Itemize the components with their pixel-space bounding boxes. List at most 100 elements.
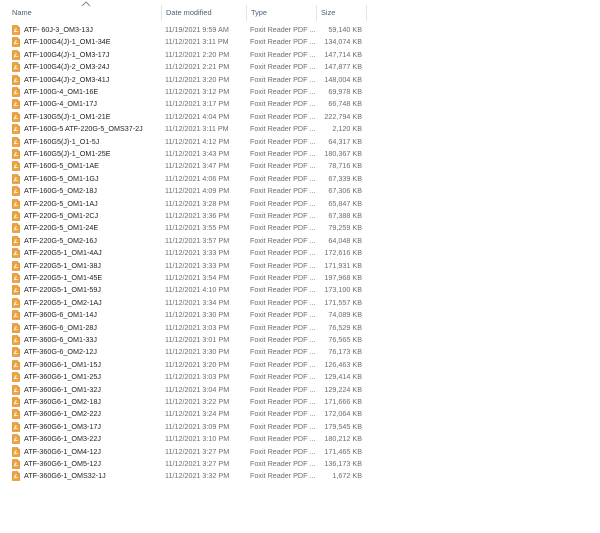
file-date-modified: 11/12/2021 3:12 PM xyxy=(165,87,230,96)
pdf-file-icon xyxy=(12,235,20,246)
file-date-modified: 11/12/2021 3:33 PM xyxy=(165,248,230,258)
file-size: 76,565 KB xyxy=(328,335,362,344)
file-row[interactable]: ATF-360G6-1_OM2-22J 11/12/2021 3:24 PM Fox… xyxy=(8,408,366,420)
file-name: ATF-220G-5_OM1-1AJ xyxy=(24,198,98,208)
file-row[interactable]: ATF-360G6-1_OM3-17J 11/12/2021 3:09 PM Fox… xyxy=(8,421,366,433)
file-row[interactable]: ATF-220G5-1_OM1-38J 11/12/2021 3:33 PM Fox… xyxy=(8,260,366,272)
file-name: ATF-160G5(J)-1_O1-5J xyxy=(24,136,100,146)
file-name: ATF-360G6-1_OM1-25J xyxy=(24,372,101,382)
file-row[interactable]: ATF-100G4(J)-1_OM1-34E 11/12/2021 3:11 PM… xyxy=(8,36,366,48)
file-date-modified: 11/12/2021 3:34 PM xyxy=(165,297,230,307)
column-divider xyxy=(366,5,367,21)
file-row[interactable]: ATF-220G-5_OM1-2CJ 11/12/2021 3:36 PM Foxi… xyxy=(8,210,366,222)
file-date-modified: 11/12/2021 3:54 PM xyxy=(165,273,230,282)
file-date-modified: 11/12/2021 3:09 PM xyxy=(165,421,230,431)
column-header-type[interactable]: Type xyxy=(246,5,316,21)
file-row[interactable]: ATF-360G-6_OM1-33J 11/12/2021 3:01 PM Foxi… xyxy=(8,334,366,346)
file-size: 147,714 KB xyxy=(324,49,362,59)
file-date-modified: 11/12/2021 3:17 PM xyxy=(165,99,230,109)
file-size: 76,173 KB xyxy=(328,347,362,357)
file-size: 129,224 KB xyxy=(324,384,362,394)
file-name: ATF-130G5(J)-1_OM1-21E xyxy=(24,111,111,121)
file-date-modified: 11/12/2021 2:20 PM xyxy=(165,49,230,59)
file-name: ATF-100G4(J)-2_OM3-41J xyxy=(24,74,110,84)
file-date-modified: 11/12/2021 3:47 PM xyxy=(165,161,230,171)
file-row[interactable]: ATF-360G-6_OM1-28J 11/12/2021 3:03 PM Foxi… xyxy=(8,322,366,334)
file-row[interactable]: ATF-220G5-1_OM1-59J 11/12/2021 4:10 PM Fox… xyxy=(8,284,366,296)
file-row[interactable]: ATF-360G6-1_OM1-32J 11/12/2021 3:04 PM Fox… xyxy=(8,384,366,396)
file-row[interactable]: ATF-360G6-1_OM1-25J 11/12/2021 3:03 PM Fox… xyxy=(8,371,366,383)
file-row[interactable]: ATF-100G4(J)-2_OM3-41J 11/12/2021 3:20 PM… xyxy=(8,74,366,86)
file-date-modified: 11/12/2021 3:27 PM xyxy=(165,459,230,468)
pdf-file-icon xyxy=(12,297,20,308)
pdf-file-icon xyxy=(12,124,20,134)
file-row[interactable]: ATF-130G5(J)-1_OM1-21E 11/12/2021 4:04 PM… xyxy=(8,111,366,123)
pdf-file-icon xyxy=(12,198,20,209)
file-row[interactable]: ATF-160G-5_OM1-1GJ 11/12/2021 4:06 PM Foxi… xyxy=(8,173,366,185)
pdf-file-icon xyxy=(12,223,20,234)
file-row[interactable]: ATF-360G6-1_OM5-12J 11/12/2021 3:27 PM Fox… xyxy=(8,458,366,470)
file-size: 172,616 KB xyxy=(324,248,362,258)
file-name: ATF-220G5-1_OM1-4AJ xyxy=(24,248,102,258)
pdf-file-icon xyxy=(12,273,20,283)
file-name: ATF-100G4(J)-1_OM3-17J xyxy=(24,49,110,59)
file-date-modified: 11/12/2021 3:03 PM xyxy=(165,372,230,382)
file-row[interactable]: ATF-360G-6_OM2-12J 11/12/2021 3:30 PM Foxi… xyxy=(8,346,366,358)
file-date-modified: 11/12/2021 3:11 PM xyxy=(165,124,229,134)
file-row[interactable]: ATF-360G6-1_OM1-15J 11/12/2021 3:20 PM Fox… xyxy=(8,359,366,371)
file-name: ATF-360G6-1_OM1-15J xyxy=(24,359,101,369)
file-row[interactable]: ATF-160G5(J)-1_O1-5J 11/12/2021 4:12 PM Fo… xyxy=(8,136,366,148)
column-header-name[interactable]: Name xyxy=(8,5,161,21)
file-date-modified: 11/12/2021 2:21 PM xyxy=(165,62,230,72)
file-name: ATF-360G-6_OM1-28J xyxy=(24,322,97,332)
pdf-file-icon xyxy=(12,161,20,172)
file-size: 2,120 KB xyxy=(332,124,362,134)
file-row[interactable]: ATF-160G-5 ATF-220G-5_OMS37-2J 11/12/2021… xyxy=(8,123,366,135)
pdf-file-icon xyxy=(12,136,20,147)
file-name: ATF-360G-6_OM1-14J xyxy=(24,310,97,320)
file-name: ATF-160G-5_OM1-1GJ xyxy=(24,173,99,183)
file-row[interactable]: ATF-360G-6_OM1-14J 11/12/2021 3:30 PM Foxi… xyxy=(8,309,366,321)
file-row[interactable]: ATF-220G5-1_OM1-4AJ 11/12/2021 3:33 PM Fox… xyxy=(8,247,366,259)
file-size: 173,100 KB xyxy=(324,285,362,295)
pdf-file-icon xyxy=(12,372,20,382)
pdf-file-icon xyxy=(12,74,20,85)
file-row[interactable]: ATF-160G5(J)-1_OM1-25E 11/12/2021 3:43 PM… xyxy=(8,148,366,160)
file-date-modified: 11/12/2021 4:12 PM xyxy=(165,136,230,146)
pdf-file-icon xyxy=(12,409,20,420)
file-row[interactable]: ATF-220G5-1_OM2-1AJ 11/12/2021 3:34 PM Fox… xyxy=(8,297,366,309)
file-row[interactable]: ATF-100G4(J)-1_OM3-17J 11/12/2021 2:20 PM… xyxy=(8,49,366,61)
pdf-file-icon xyxy=(12,322,20,333)
file-row[interactable]: ATF-160G-5_OM2-18J 11/12/2021 4:09 PM Foxi… xyxy=(8,185,366,197)
file-row[interactable]: ATF-360G6-1_OMS32-1J 11/12/2021 3:32 PM Fo… xyxy=(8,470,366,482)
file-row[interactable]: ATF-220G-5_OM2-16J 11/12/2021 3:57 PM Foxi… xyxy=(8,235,366,247)
file-date-modified: 11/12/2021 3:28 PM xyxy=(165,198,230,208)
file-size: 65,847 KB xyxy=(328,198,362,208)
file-row[interactable]: ATF-360G6-1_OM4-12J 11/12/2021 3:27 PM Fox… xyxy=(8,446,366,458)
file-size: 129,414 KB xyxy=(324,372,362,382)
pdf-file-icon xyxy=(12,471,20,482)
file-row[interactable]: ATF-360G6-1_OM2-18J 11/12/2021 3:22 PM Fox… xyxy=(8,396,366,408)
file-size: 147,877 KB xyxy=(324,62,362,72)
file-date-modified: 11/12/2021 3:10 PM xyxy=(165,434,230,444)
file-row[interactable]: ATF-220G-5_OM1-1AJ 11/12/2021 3:28 PM Foxi… xyxy=(8,198,366,210)
file-size: 171,557 KB xyxy=(324,297,362,307)
file-row[interactable]: ATF-100G4(J)-2_OM3-24J 11/12/2021 2:21 PM… xyxy=(8,61,366,73)
file-row[interactable]: ATF-100G-4_OM1-16E 11/12/2021 3:12 PM Foxi… xyxy=(8,86,366,98)
file-size: 76,529 KB xyxy=(328,322,362,332)
file-size: 69,978 KB xyxy=(328,87,362,96)
file-name: ATF-360G6-1_OM5-12J xyxy=(24,459,101,468)
pdf-file-icon xyxy=(12,173,20,184)
file-row[interactable]: ATF-160G-5_OM1-1AE 11/12/2021 3:47 PM Foxi… xyxy=(8,160,366,172)
file-row[interactable]: ATF-360G6-1_OM3-22J 11/12/2021 3:10 PM Fox… xyxy=(8,433,366,445)
pdf-file-icon xyxy=(12,421,20,432)
file-row[interactable]: ATF-220G-5_OM1-24E 11/12/2021 3:55 PM Foxi… xyxy=(8,222,366,234)
file-date-modified: 11/12/2021 4:06 PM xyxy=(165,173,230,183)
file-size: 197,968 KB xyxy=(324,273,362,282)
file-row[interactable]: ATF-100G-4_OM1-17J 11/12/2021 3:17 PM Foxi… xyxy=(8,98,366,110)
file-name: ATF-220G-5_OM2-16J xyxy=(24,235,97,245)
file-row[interactable]: ATF- 60J-3_OM3-13J 11/19/2021 9:59 AM Foxi… xyxy=(8,24,366,36)
column-header-date-modified[interactable]: Date modified xyxy=(161,5,246,21)
file-row[interactable]: ATF-220G5-1_OM1-45E 11/12/2021 3:54 PM Fox… xyxy=(8,272,366,284)
column-header-size[interactable]: Size xyxy=(316,5,366,21)
